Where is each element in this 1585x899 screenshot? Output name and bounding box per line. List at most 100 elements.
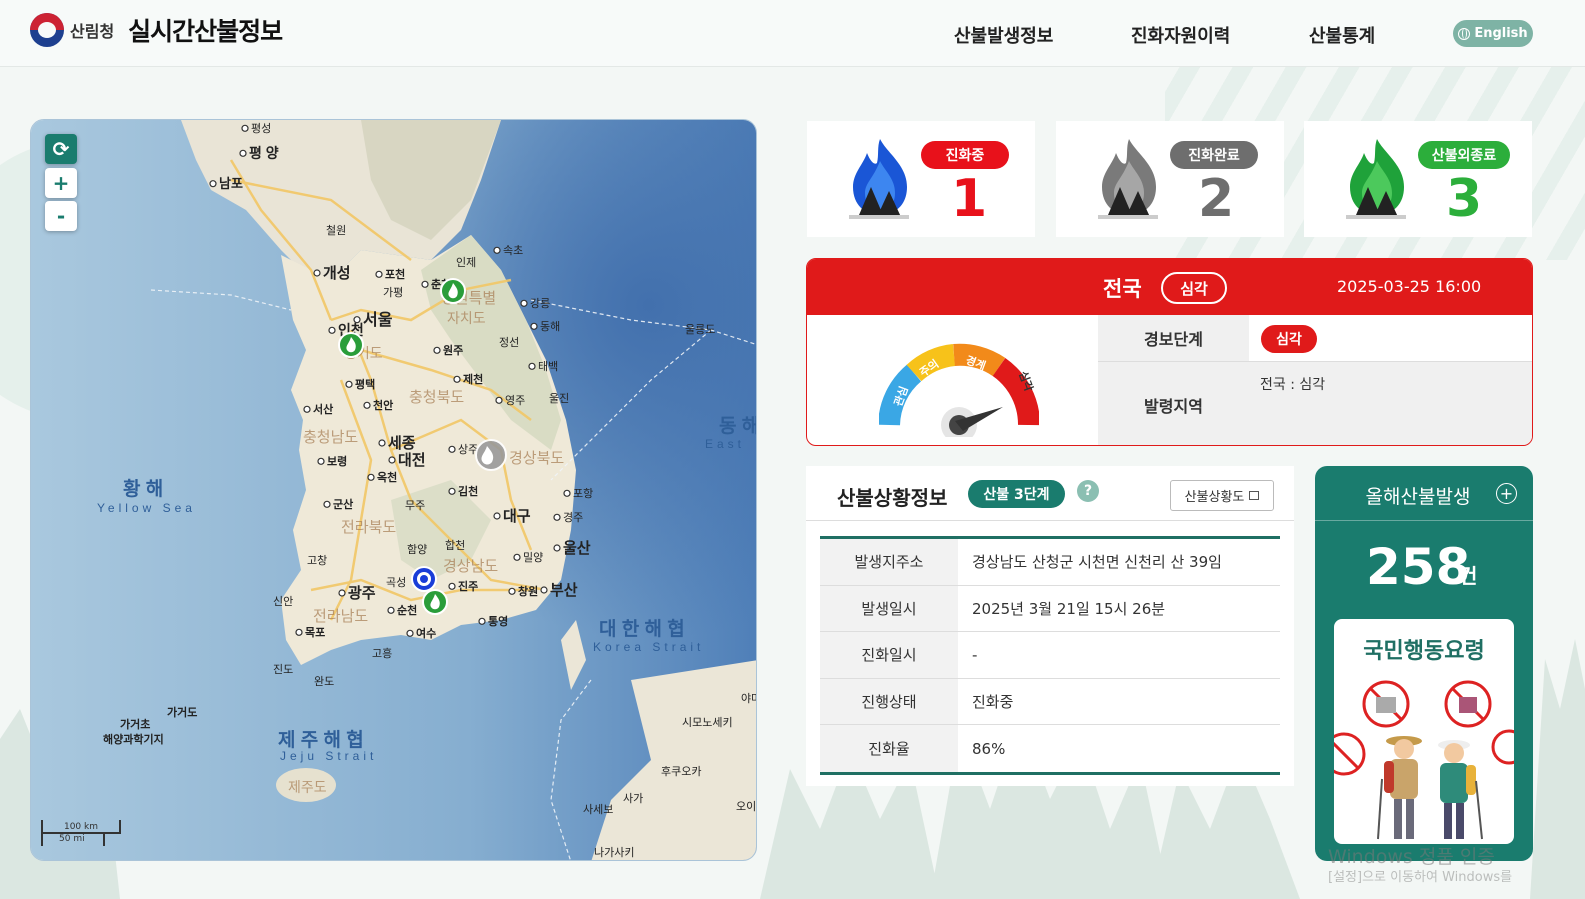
map-label-shimonoseki: 시모노세키 [682,716,733,729]
action-guide-title: 국민행동요령 [1363,639,1485,664]
situation-divider [806,520,1294,521]
city-dot [448,487,456,495]
logo[interactable]: 산림청 실시간산불정보 [30,12,283,48]
green-fire-icon [1346,139,1406,219]
map-label-jeju_strait_en: Jeju Strait [280,749,377,763]
completed-count: 2 [1198,169,1235,229]
map-label-gokseong: 곡성 [386,576,406,589]
map-label-gwangju: 광주 [348,584,376,602]
city-dot [338,589,346,597]
zoom-out-button[interactable]: - [45,201,77,231]
map-label-mokpo: 목포 [305,626,325,639]
stage-label: 경보단계 [1098,315,1249,362]
map-label-suncheon: 순천 [397,603,417,617]
fire-marker-sangju[interactable] [475,439,507,471]
fire-marker-incheon[interactable] [338,332,364,358]
stat-card-in-progress[interactable]: 진화중 1 [807,121,1035,237]
map-label-kaesong: 개성 [323,264,351,282]
situation-map-button[interactable]: 산불상황도 [1170,480,1274,511]
windows-activation-watermark: Windows 정품 인증 [1328,846,1495,868]
row-label-address: 발생지주소 [820,539,958,585]
map-label-east_sea_en: East [705,437,745,451]
nav-fire-statistics[interactable]: 산불통계 [1309,22,1375,48]
map-label-o: 오이 [736,800,756,813]
city-dot [239,149,247,157]
city-dot [453,375,461,383]
yearly-title: 올해산불발생 [1365,486,1471,508]
map-label-korea_strait: 대 한 해 협 [599,618,685,640]
map-label-gochang: 고창 [307,554,327,567]
fire-marker-hadong[interactable] [422,589,448,615]
map-label-saga: 사가 [623,792,643,805]
map-label-jeju: 제주도 [288,779,327,795]
map-label-jeju_strait: 제 주 해 협 [278,729,364,751]
city-dot [375,270,383,278]
map-label-sokcho: 속초 [503,244,523,257]
row-label-status: 진행상태 [820,678,958,725]
map-label-muju: 무주 [405,500,425,512]
row-value-address: 경상남도 산청군 시천면 신천리 산 39임 [972,553,1222,572]
map-canvas[interactable]: 평성평 양남포철원개성 포천춘천인제속초가평서울인천강릉강원특별자치도동해 울릉도원… [31,120,757,861]
fire-marker-chuncheon[interactable] [440,278,466,304]
city-dot [520,299,528,307]
map-label-donghae: 동해 [540,319,560,333]
city-dot [323,500,331,508]
map-label-miryang: 밀양 [523,551,543,564]
yearly-unit: 건 [1459,564,1478,588]
globe-icon [1458,27,1471,40]
fire-marker-sancheong-active[interactable] [411,566,437,592]
nav-suppression-history[interactable]: 진화자원이력 [1131,22,1230,48]
map-label-cheorwon: 철원 [326,224,346,237]
plus-icon[interactable]: + [1496,483,1517,504]
alert-level-badge: 심각 [1161,272,1227,304]
fire-map[interactable]: 평성 평 양 남포 철원 개성 포천 춘천 인제 속초 가평 서울 인천 강릉 강원특별 자치도 동해 울릉도 원… [30,119,757,861]
row-label-rate: 진화율 [820,725,958,772]
map-label-shinan: 신안 [273,595,293,608]
map-label-nampo: 남포 [219,176,243,191]
stage-value-cell: 심각 [1249,315,1532,362]
city-dot [295,628,303,636]
logo-org: 산림청 [70,22,115,41]
alert-panel: 전국 심각 2025-03-25 16:00 관심 주의 경계 심각 경보단계 … [806,258,1533,446]
hikers-illustration [1334,680,1514,840]
city-dot [540,586,548,594]
windows-activation-hint: [설정]으로 이동하여 Windows를 [1328,870,1513,885]
taegeuk-logo-icon [30,13,64,47]
map-label-seoul: 서울 [363,311,393,329]
alert-region: 전국 [1103,277,1142,301]
nav-fire-occurrence[interactable]: 산불발생정보 [954,22,1053,48]
other-end-label: 산불외종료 [1418,141,1510,169]
stat-card-other-end[interactable]: 산불외종료 3 [1304,121,1532,237]
help-icon[interactable]: ? [1077,480,1099,502]
city-dot [421,280,429,288]
city-dot [406,629,414,637]
map-label-gageocho: 가거초 [120,717,150,731]
row-value-rate: 86% [972,739,1006,758]
map-scale-bar: 100 km 50 mi [41,820,121,846]
city-dot [387,606,395,614]
map-label-sasebo: 사세보 [583,803,613,816]
area-value: 전국 : 심각 [1260,377,1326,393]
alert-gauge: 관심 주의 경계 심각 [879,343,1039,437]
stat-card-completed[interactable]: 진화완료 2 [1056,121,1284,237]
city-dot [448,445,456,453]
english-button[interactable]: English [1453,20,1533,47]
city-dot [528,362,536,370]
yearly-count: 258 [1366,538,1471,596]
map-label-jeonnam: 전라남도 [313,608,368,625]
row-value-extinguished: - [972,645,978,664]
area-value-cell: 전국 : 심각 [1249,362,1532,445]
in-progress-count: 1 [951,169,988,229]
refresh-icon[interactable]: ⟳ [45,134,77,164]
map-label-pyeongseong: 평성 [251,122,271,135]
map-label-changwon: 창원 [518,584,538,598]
gray-fire-icon [1098,139,1158,219]
alert-body: 관심 주의 경계 심각 경보단계 심각 발령지역 전국 : 심각 [807,315,1532,445]
map-label-uljin: 울진 [549,392,569,405]
action-guide-card[interactable]: 국민행동요령 [1334,619,1514,844]
city-dot [530,322,538,330]
map-label-jeongseon: 정선 [499,336,519,349]
map-label-east_sea: 동 해 [719,415,757,437]
zoom-in-button[interactable]: + [45,168,77,198]
map-label-seosan: 서산 [313,402,333,416]
